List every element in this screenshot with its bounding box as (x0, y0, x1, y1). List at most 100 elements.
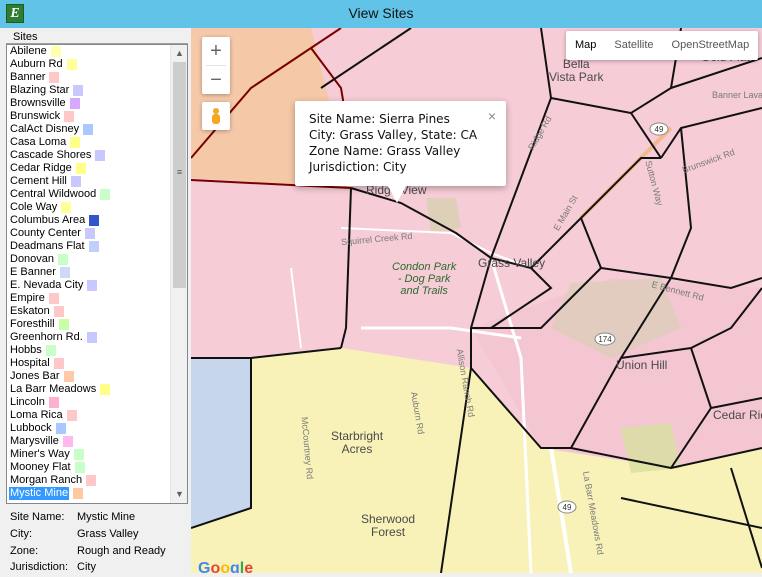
color-swatch (73, 449, 84, 460)
detail-label: Zone: (10, 545, 39, 557)
color-swatch (73, 85, 84, 96)
scroll-thumb[interactable]: ≡ (173, 62, 186, 288)
list-item[interactable]: Brunswick (8, 110, 170, 123)
list-item[interactable]: Hobbs (8, 344, 170, 357)
site-label: Foresthill (10, 318, 55, 330)
grip-icon: ≡ (176, 167, 183, 177)
scroll-up-button[interactable]: ▲ (171, 45, 188, 62)
list-item[interactable]: Greenhorn Rd. (8, 331, 170, 344)
site-label: Jones Bar (10, 370, 60, 382)
color-swatch (86, 332, 97, 343)
list-item[interactable]: Loma Rica (8, 409, 170, 422)
sites-group-header: Sites (6, 30, 188, 44)
title-bar: E View Sites (0, 0, 762, 28)
list-item[interactable]: Foresthill (8, 318, 170, 331)
color-swatch (58, 254, 69, 265)
list-item[interactable]: Columbus Area (8, 214, 170, 227)
color-swatch (53, 358, 64, 369)
site-label: Miner's Way (10, 448, 70, 460)
list-item[interactable]: Mooney Flat (8, 461, 170, 474)
site-label: Central Wildwood (10, 188, 97, 200)
list-item[interactable]: Central Wildwood (8, 188, 170, 201)
color-swatch (59, 267, 70, 278)
list-item[interactable]: Cascade Shores (8, 149, 170, 162)
zoom-in-button[interactable]: + (202, 37, 230, 65)
color-swatch (87, 280, 98, 291)
site-details: Site Name: Mystic Mine City: Grass Valle… (6, 508, 188, 573)
color-swatch (83, 124, 94, 135)
color-swatch (74, 462, 85, 473)
list-item[interactable]: E. Nevada City (8, 279, 170, 292)
info-city: City: Grass Valley, State: CA (309, 128, 478, 142)
list-item[interactable]: Eskaton (8, 305, 170, 318)
color-swatch (88, 241, 99, 252)
site-label: Empire (10, 292, 45, 304)
zone-blue[interactable] (191, 358, 251, 528)
scroll-down-button[interactable]: ▼ (171, 486, 188, 503)
map-type-map[interactable]: Map (566, 31, 605, 60)
color-swatch (66, 410, 77, 421)
list-item[interactable]: Blazing Star (8, 84, 170, 97)
site-label: Banner (10, 71, 46, 83)
list-item[interactable]: County Center (8, 227, 170, 240)
color-swatch (95, 150, 106, 161)
hwy174-label: 174 (598, 335, 612, 344)
color-swatch (50, 46, 61, 57)
site-label: Cole Way (10, 201, 58, 213)
list-item[interactable]: Empire (8, 292, 170, 305)
site-label: Cascade Shores (10, 149, 92, 161)
site-label: Mooney Flat (10, 461, 71, 473)
sites-list: Abilene Auburn Rd Banner Blazing Star Browns… (8, 45, 170, 500)
list-item[interactable]: Hospital (8, 357, 170, 370)
list-item[interactable]: Marysville (8, 435, 170, 448)
site-label: CalAct Disney (10, 123, 80, 135)
window-title: View Sites (348, 5, 414, 21)
list-item[interactable]: Miner's Way (8, 448, 170, 461)
list-item[interactable]: Casa Loma (8, 136, 170, 149)
detail-label: Jurisdiction: (10, 561, 69, 573)
color-swatch (48, 293, 59, 304)
color-swatch (70, 137, 81, 148)
site-label: Eskaton (10, 305, 50, 317)
color-swatch (100, 384, 111, 395)
site-label: Abilene (10, 45, 47, 57)
map-type-satellite[interactable]: Satellite (605, 31, 662, 60)
list-scrollbar[interactable]: ▲ ≡ ▼ (170, 45, 187, 503)
site-label: Blazing Star (10, 84, 70, 96)
info-window-tip (388, 186, 406, 203)
list-item[interactable]: Cole Way (8, 201, 170, 214)
place-bella-vista-park: Bella Vista Park (549, 57, 604, 84)
list-item[interactable]: Brownsville (8, 97, 170, 110)
pegman-button[interactable] (202, 102, 230, 130)
list-item[interactable]: Banner (8, 71, 170, 84)
color-swatch (75, 163, 86, 174)
site-label: Cement Hill (10, 175, 67, 187)
map-type-openstreetmap[interactable]: OpenStreetMap (663, 31, 759, 60)
info-jurisdiction: Jurisdiction: City (309, 160, 407, 174)
list-item[interactable]: Cement Hill (8, 175, 170, 188)
list-item[interactable]: CalAct Disney (8, 123, 170, 136)
site-label: Brunswick (10, 110, 61, 122)
list-item[interactable]: Abilene (8, 45, 170, 58)
list-item[interactable]: Mystic Mine (8, 487, 170, 500)
detail-value: City (77, 561, 96, 573)
zoom-out-button[interactable]: − (202, 66, 230, 94)
map-view[interactable]: 49 174 49 Bella Vista Park Gold Flat Rid… (191, 28, 762, 573)
hwy49-label-south: 49 (563, 503, 572, 512)
list-item[interactable]: Cedar Ridge (8, 162, 170, 175)
list-item[interactable]: Deadmans Flat (8, 240, 170, 253)
list-item[interactable]: La Barr Meadows (8, 383, 170, 396)
site-label: County Center (10, 227, 81, 239)
list-item[interactable]: Morgan Ranch (8, 474, 170, 487)
close-icon[interactable]: × (488, 108, 496, 124)
place-starbright-acres: Starbright Acres (331, 429, 384, 456)
list-item[interactable]: Lubbock (8, 422, 170, 435)
list-item[interactable]: E Banner (8, 266, 170, 279)
list-item[interactable]: Donovan (8, 253, 170, 266)
list-item[interactable]: Lincoln (8, 396, 170, 409)
site-label: Auburn Rd (10, 58, 63, 70)
list-item[interactable]: Auburn Rd (8, 58, 170, 71)
color-swatch (64, 111, 75, 122)
list-item[interactable]: Jones Bar (8, 370, 170, 383)
sites-listbox[interactable]: Abilene Auburn Rd Banner Blazing Star Browns… (6, 44, 188, 504)
